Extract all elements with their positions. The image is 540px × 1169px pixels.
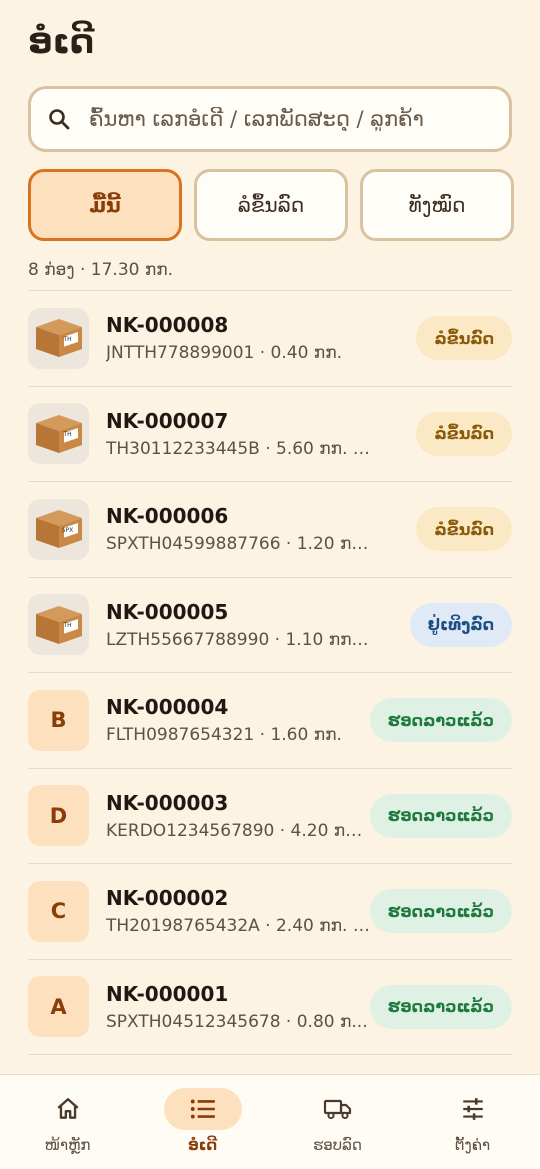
order-avatar: D bbox=[28, 785, 89, 847]
sliders-icon bbox=[462, 1098, 483, 1120]
status-badge: ລໍຂຶ້ນລົດ bbox=[416, 411, 512, 456]
order-info: NK-000006 SPXTH04599887766 · 1.20 ກກ. · ແ… bbox=[106, 504, 376, 554]
order-row[interactable]: A NK-000001 SPXTH04512345678 · 0.80 ກ... ຮອ… bbox=[28, 960, 512, 1055]
status-badge: ຮອດລາວແລ້ວ bbox=[369, 984, 512, 1029]
order-row[interactable]: TH NK-000008 JNTTH778899001 · 0.40 ກກ. ລໍຂຶ… bbox=[28, 291, 512, 387]
box-label: SPX bbox=[61, 526, 74, 534]
order-details: LZTH55667788990 · 1.10 ກກ. · ພ... bbox=[106, 629, 371, 650]
order-details: KERDO1234567890 · 4.20 ກກ... bbox=[106, 820, 371, 841]
order-row[interactable]: D NK-000003 KERDO1234567890 · 4.20 ກກ... ຮອ… bbox=[28, 769, 512, 864]
order-code: NK-000008 bbox=[106, 313, 229, 338]
order-info: NK-000002 TH20198765432A · 2.40 ກກ. ·... bbox=[106, 886, 376, 936]
order-row[interactable]: B NK-000004 FLTH0987654321 · 1.60 ກກ. ຮອດລາ… bbox=[28, 673, 512, 769]
order-code: NK-000003 bbox=[106, 790, 229, 815]
order-code: NK-000005 bbox=[106, 599, 229, 624]
home-icon bbox=[56, 1098, 79, 1119]
order-info: NK-000005 LZTH55667788990 · 1.10 ກກ. · ພ.… bbox=[106, 600, 376, 650]
order-list: TH NK-000008 JNTTH778899001 · 0.40 ກກ. ລໍຂຶ… bbox=[28, 291, 512, 1055]
box-label: TH bbox=[63, 431, 72, 439]
order-code: NK-000004 bbox=[106, 695, 229, 720]
order-details: SPXTH04512345678 · 0.80 ກ... bbox=[106, 1011, 368, 1032]
box-label: TH bbox=[63, 335, 72, 343]
order-info: NK-000001 SPXTH04512345678 · 0.80 ກ... bbox=[106, 982, 376, 1032]
order-code: NK-000002 bbox=[106, 886, 229, 911]
order-summary: 8 ກ່ອງ · 17.30 ກກ. bbox=[28, 260, 174, 280]
list-icon bbox=[190, 1099, 215, 1119]
order-row[interactable]: SPX NK-000006 SPXTH04599887766 · 1.20 ກກ. … bbox=[28, 482, 512, 578]
order-code: NK-000007 bbox=[106, 408, 229, 433]
nav-orders[interactable]: ອໍເດີ bbox=[135, 1075, 270, 1169]
status-badge: ລໍຂຶ້ນລົດ bbox=[416, 507, 512, 552]
package-box-icon: SPX bbox=[28, 498, 89, 560]
filter-chips: ມື້ນີ້ ລໍຂຶ້ນລົດ ທັງໝົດ bbox=[28, 169, 514, 241]
order-avatar: A bbox=[28, 976, 89, 1038]
package-box-icon: TH bbox=[28, 403, 89, 465]
order-info: NK-000008 JNTTH778899001 · 0.40 ກກ. bbox=[106, 313, 376, 363]
status-badge: ຢູ່ເທິງລົດ bbox=[409, 602, 512, 647]
status-badge: ຮອດລາວແລ້ວ bbox=[369, 698, 512, 743]
order-row[interactable]: C NK-000002 TH20198765432A · 2.40 ກກ. ·...… bbox=[28, 864, 512, 960]
box-label: TH bbox=[63, 622, 72, 630]
package-box-icon: TH bbox=[28, 594, 89, 656]
filter-today[interactable]: ມື້ນີ້ bbox=[28, 169, 182, 241]
nav-label: ໜ້າຫຼັກ bbox=[44, 1136, 91, 1154]
order-info: NK-000003 KERDO1234567890 · 4.20 ກກ... bbox=[106, 791, 376, 841]
status-badge: ຮອດລາວແລ້ວ bbox=[369, 793, 512, 838]
nav-label: ອໍເດີ bbox=[187, 1136, 218, 1154]
order-row[interactable]: TH NK-000005 LZTH55667788990 · 1.10 ກກ. · … bbox=[28, 578, 512, 673]
order-code: NK-000006 bbox=[106, 504, 229, 529]
order-avatar: B bbox=[28, 689, 89, 751]
truck-icon bbox=[323, 1099, 351, 1120]
bottom-nav: ໜ້າຫຼັກ ອໍເດີ ຮອບລົດ ຕັ້ງຄ່າ bbox=[0, 1074, 540, 1169]
status-badge: ຮອດລາວແລ້ວ bbox=[369, 889, 512, 934]
order-details: SPXTH04599887766 · 1.20 ກກ. · ແ... bbox=[106, 534, 371, 555]
nav-label: ຕັ້ງຄ່າ bbox=[454, 1136, 491, 1154]
search-input[interactable] bbox=[89, 107, 479, 131]
order-row[interactable]: TH NK-000007 TH30112233445B · 5.60 ກກ. · ພ… bbox=[28, 387, 512, 482]
nav-label: ຮອບລົດ bbox=[313, 1136, 362, 1154]
filter-waiting[interactable]: ລໍຂຶ້ນລົດ bbox=[194, 169, 348, 241]
order-info: NK-000004 FLTH0987654321 · 1.60 ກກ. bbox=[106, 695, 376, 745]
page-title: ອໍເດີ bbox=[28, 22, 95, 62]
nav-home[interactable]: ໜ້າຫຼັກ bbox=[0, 1075, 135, 1169]
order-details: JNTTH778899001 · 0.40 ກກ. bbox=[106, 343, 342, 364]
order-details: FLTH0987654321 · 1.60 ກກ. bbox=[106, 725, 342, 746]
order-avatar: C bbox=[28, 880, 89, 942]
order-details: TH30112233445B · 5.60 ກກ. · ພອ... bbox=[106, 438, 371, 459]
nav-settings[interactable]: ຕັ້ງຄ່າ bbox=[405, 1075, 540, 1169]
nav-trips[interactable]: ຮອບລົດ bbox=[270, 1075, 405, 1169]
order-info: NK-000007 TH30112233445B · 5.60 ກກ. · ພອ.… bbox=[106, 409, 376, 459]
package-box-icon: TH bbox=[28, 307, 89, 369]
order-code: NK-000001 bbox=[106, 981, 229, 1006]
search-bar[interactable] bbox=[28, 86, 512, 152]
order-details: TH20198765432A · 2.40 ກກ. ·... bbox=[106, 916, 371, 937]
search-icon bbox=[49, 109, 70, 130]
filter-all[interactable]: ທັງໝົດ bbox=[360, 169, 514, 241]
status-badge: ລໍຂຶ້ນລົດ bbox=[416, 316, 512, 361]
